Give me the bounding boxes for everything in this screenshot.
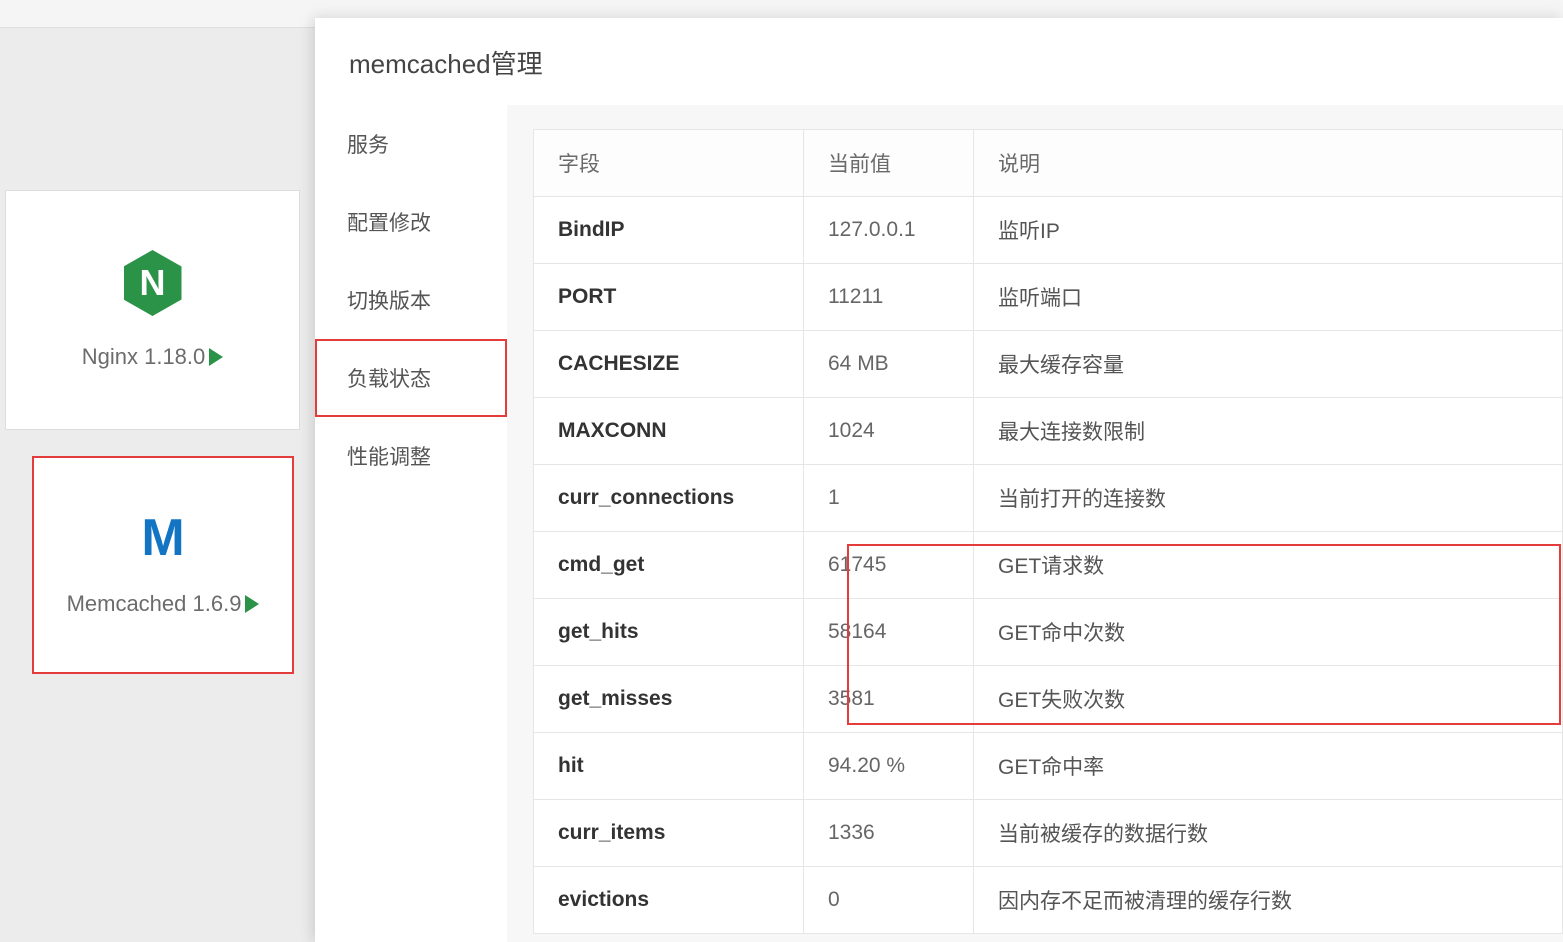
cell-value: 0 bbox=[804, 867, 974, 934]
cell-desc: GET失败次数 bbox=[974, 666, 1563, 733]
cell-value: 58164 bbox=[804, 599, 974, 666]
sidebar-item-version[interactable]: 切换版本 bbox=[315, 261, 507, 339]
cell-desc: GET请求数 bbox=[974, 532, 1563, 599]
play-icon bbox=[245, 595, 259, 613]
cell-desc: GET命中次数 bbox=[974, 599, 1563, 666]
cell-field: CACHESIZE bbox=[534, 331, 804, 398]
memcached-label-text: Memcached 1.6.9 bbox=[67, 591, 242, 617]
cell-value: 94.20 % bbox=[804, 733, 974, 800]
table-row: MAXCONN1024最大连接数限制 bbox=[534, 398, 1563, 465]
th-desc: 说明 bbox=[974, 130, 1563, 197]
table-row: curr_items1336当前被缓存的数据行数 bbox=[534, 800, 1563, 867]
cell-value: 1 bbox=[804, 465, 974, 532]
cell-field: hit bbox=[534, 733, 804, 800]
status-table: 字段 当前值 说明 BindIP127.0.0.1监听IPPORT11211监听… bbox=[533, 129, 1563, 934]
sidebar-item-label: 配置修改 bbox=[347, 212, 431, 235]
content-area: 字段 当前值 说明 BindIP127.0.0.1监听IPPORT11211监听… bbox=[507, 105, 1563, 942]
table-row: get_hits58164GET命中次数 bbox=[534, 599, 1563, 666]
cell-field: MAXCONN bbox=[534, 398, 804, 465]
sidebar-item-config[interactable]: 配置修改 bbox=[315, 183, 507, 261]
table-row: cmd_get61745GET请求数 bbox=[534, 532, 1563, 599]
software-card-memcached[interactable]: M Memcached 1.6.9 bbox=[32, 456, 294, 674]
software-card-nginx[interactable]: N Nginx 1.18.0 bbox=[5, 190, 300, 430]
cell-value: 1336 bbox=[804, 800, 974, 867]
cell-field: curr_connections bbox=[534, 465, 804, 532]
modal-title: memcached管理 bbox=[315, 18, 1563, 105]
sidebar: 服务 配置修改 切换版本 负载状态 性能调整 bbox=[315, 105, 507, 942]
cell-value: 61745 bbox=[804, 532, 974, 599]
table-row: CACHESIZE64 MB最大缓存容量 bbox=[534, 331, 1563, 398]
sidebar-item-performance[interactable]: 性能调整 bbox=[315, 417, 507, 495]
cell-value: 127.0.0.1 bbox=[804, 197, 974, 264]
play-icon bbox=[209, 348, 223, 366]
th-field: 字段 bbox=[534, 130, 804, 197]
cell-field: PORT bbox=[534, 264, 804, 331]
cell-field: curr_items bbox=[534, 800, 804, 867]
table-row: curr_connections1当前打开的连接数 bbox=[534, 465, 1563, 532]
table-row: evictions0因内存不足而被清理的缓存行数 bbox=[534, 867, 1563, 934]
table-row: hit94.20 %GET命中率 bbox=[534, 733, 1563, 800]
cell-desc: 监听IP bbox=[974, 197, 1563, 264]
table-header-row: 字段 当前值 说明 bbox=[534, 130, 1563, 197]
cell-value: 11211 bbox=[804, 264, 974, 331]
sidebar-item-label: 服务 bbox=[347, 134, 389, 157]
cell-desc: 最大缓存容量 bbox=[974, 331, 1563, 398]
memcached-icon-letter: M bbox=[141, 508, 184, 568]
sidebar-item-label: 性能调整 bbox=[347, 446, 431, 469]
cell-desc: 当前被缓存的数据行数 bbox=[974, 800, 1563, 867]
cell-desc: 当前打开的连接数 bbox=[974, 465, 1563, 532]
software-label-memcached: Memcached 1.6.9 bbox=[67, 591, 260, 617]
cell-field: evictions bbox=[534, 867, 804, 934]
table-row: get_misses3581GET失败次数 bbox=[534, 666, 1563, 733]
software-label-nginx: Nginx 1.18.0 bbox=[82, 344, 224, 370]
nginx-label-text: Nginx 1.18.0 bbox=[82, 344, 206, 370]
cell-field: cmd_get bbox=[534, 532, 804, 599]
cell-value: 64 MB bbox=[804, 331, 974, 398]
cell-desc: 监听端口 bbox=[974, 264, 1563, 331]
cell-desc: 因内存不足而被清理的缓存行数 bbox=[974, 867, 1563, 934]
sidebar-item-label: 负载状态 bbox=[347, 368, 431, 391]
sidebar-item-label: 切换版本 bbox=[347, 290, 431, 313]
cell-field: get_hits bbox=[534, 599, 804, 666]
memcached-icon: M bbox=[133, 513, 193, 563]
nginx-icon: N bbox=[124, 250, 182, 316]
sidebar-item-load-status[interactable]: 负载状态 bbox=[315, 339, 507, 417]
th-value: 当前值 bbox=[804, 130, 974, 197]
cell-value: 1024 bbox=[804, 398, 974, 465]
cell-desc: GET命中率 bbox=[974, 733, 1563, 800]
table-row: PORT11211监听端口 bbox=[534, 264, 1563, 331]
table-row: BindIP127.0.0.1监听IP bbox=[534, 197, 1563, 264]
sidebar-item-service[interactable]: 服务 bbox=[315, 105, 507, 183]
cell-field: BindIP bbox=[534, 197, 804, 264]
modal-body: 服务 配置修改 切换版本 负载状态 性能调整 字段 当前值 说明 BindIP1… bbox=[315, 105, 1563, 942]
cell-field: get_misses bbox=[534, 666, 804, 733]
cell-value: 3581 bbox=[804, 666, 974, 733]
modal-panel: memcached管理 服务 配置修改 切换版本 负载状态 性能调整 字段 当前… bbox=[315, 18, 1563, 942]
hexagon-icon: N bbox=[124, 250, 182, 316]
cell-desc: 最大连接数限制 bbox=[974, 398, 1563, 465]
